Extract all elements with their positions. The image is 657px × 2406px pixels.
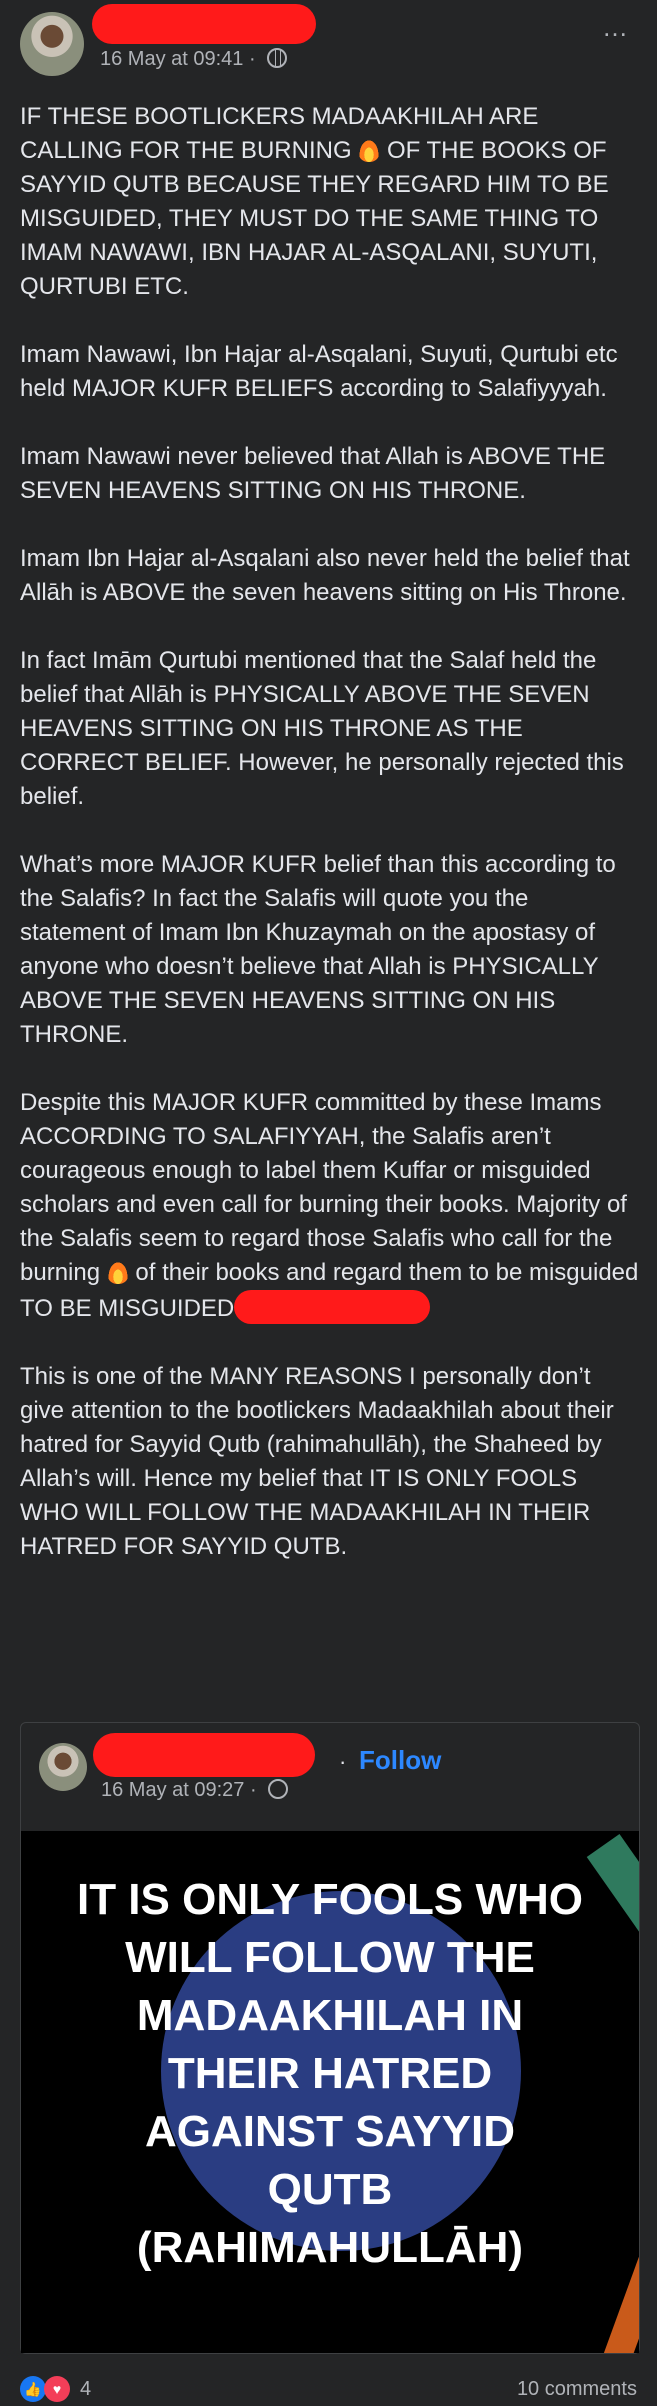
paragraph-1: IF THESE BOOTLICKERS MADAAKHILAH ARE CAL… bbox=[20, 103, 616, 300]
love-reaction-icon[interactable]: ♥ bbox=[44, 2376, 70, 2402]
follow-button[interactable]: Follow bbox=[359, 1745, 441, 1776]
fire-emoji-icon bbox=[106, 1260, 129, 1284]
like-reaction-icon[interactable]: 👍 bbox=[20, 2376, 46, 2402]
paragraph-6: What’s more MAJOR KUFR belief than this … bbox=[20, 851, 623, 1048]
shared-author-avatar[interactable] bbox=[39, 1743, 87, 1791]
globe-icon bbox=[268, 1779, 289, 1799]
redacted-shared-author-name bbox=[93, 1733, 315, 1777]
separator: · bbox=[250, 1779, 257, 1801]
timestamp-text: 16 May at 09:41 bbox=[100, 48, 244, 70]
comments-count[interactable]: 10 comments bbox=[517, 2378, 637, 2401]
globe-icon bbox=[267, 48, 288, 68]
post-body: IF THESE BOOTLICKERS MADAAKHILAH ARE CAL… bbox=[20, 100, 640, 1598]
paragraph-5: In fact Imām Qurtubi mentioned that the … bbox=[20, 647, 631, 810]
paragraph-3: Imam Nawawi never believed that Allah is… bbox=[20, 443, 612, 504]
redacted-mention bbox=[234, 1290, 431, 1324]
shared-timestamp-text: 16 May at 09:27 bbox=[101, 1779, 245, 1801]
post-header: 16 May at 09:41 · … bbox=[0, 0, 657, 80]
image-caption-text: IT IS ONLY FOOLS WHO WILL FOLLOW THE MAD… bbox=[76, 1875, 584, 2272]
post-footer: 👍 ♥ 4 10 comments bbox=[0, 2374, 657, 2406]
post-timestamp[interactable]: 16 May at 09:41 · bbox=[100, 48, 288, 71]
more-options-icon[interactable]: … bbox=[602, 12, 629, 43]
reaction-count[interactable]: 4 bbox=[80, 2378, 91, 2401]
separator-dot: · bbox=[339, 1749, 347, 1774]
paragraph-4: Imam Ibn Hajar al-Asqalani also never he… bbox=[20, 545, 636, 606]
author-avatar[interactable] bbox=[20, 12, 84, 76]
paragraph-7: Despite this MAJOR KUFR committed by the… bbox=[20, 1089, 645, 1324]
paragraph-8: This is one of the MANY REASONS I person… bbox=[20, 1363, 621, 1560]
redacted-author-name bbox=[92, 4, 316, 44]
fire-emoji-icon bbox=[358, 138, 381, 162]
shared-post-image[interactable]: IT IS ONLY FOOLS WHO WILL FOLLOW THE MAD… bbox=[21, 1831, 639, 2353]
separator: · bbox=[249, 48, 256, 70]
shared-post-timestamp[interactable]: 16 May at 09:27 · bbox=[101, 1779, 289, 1802]
paragraph-2: Imam Nawawi, Ibn Hajar al-Asqalani, Suyu… bbox=[20, 341, 625, 402]
shared-post-card[interactable]: · Follow 16 May at 09:27 · IT IS ONLY FO… bbox=[20, 1722, 640, 2354]
